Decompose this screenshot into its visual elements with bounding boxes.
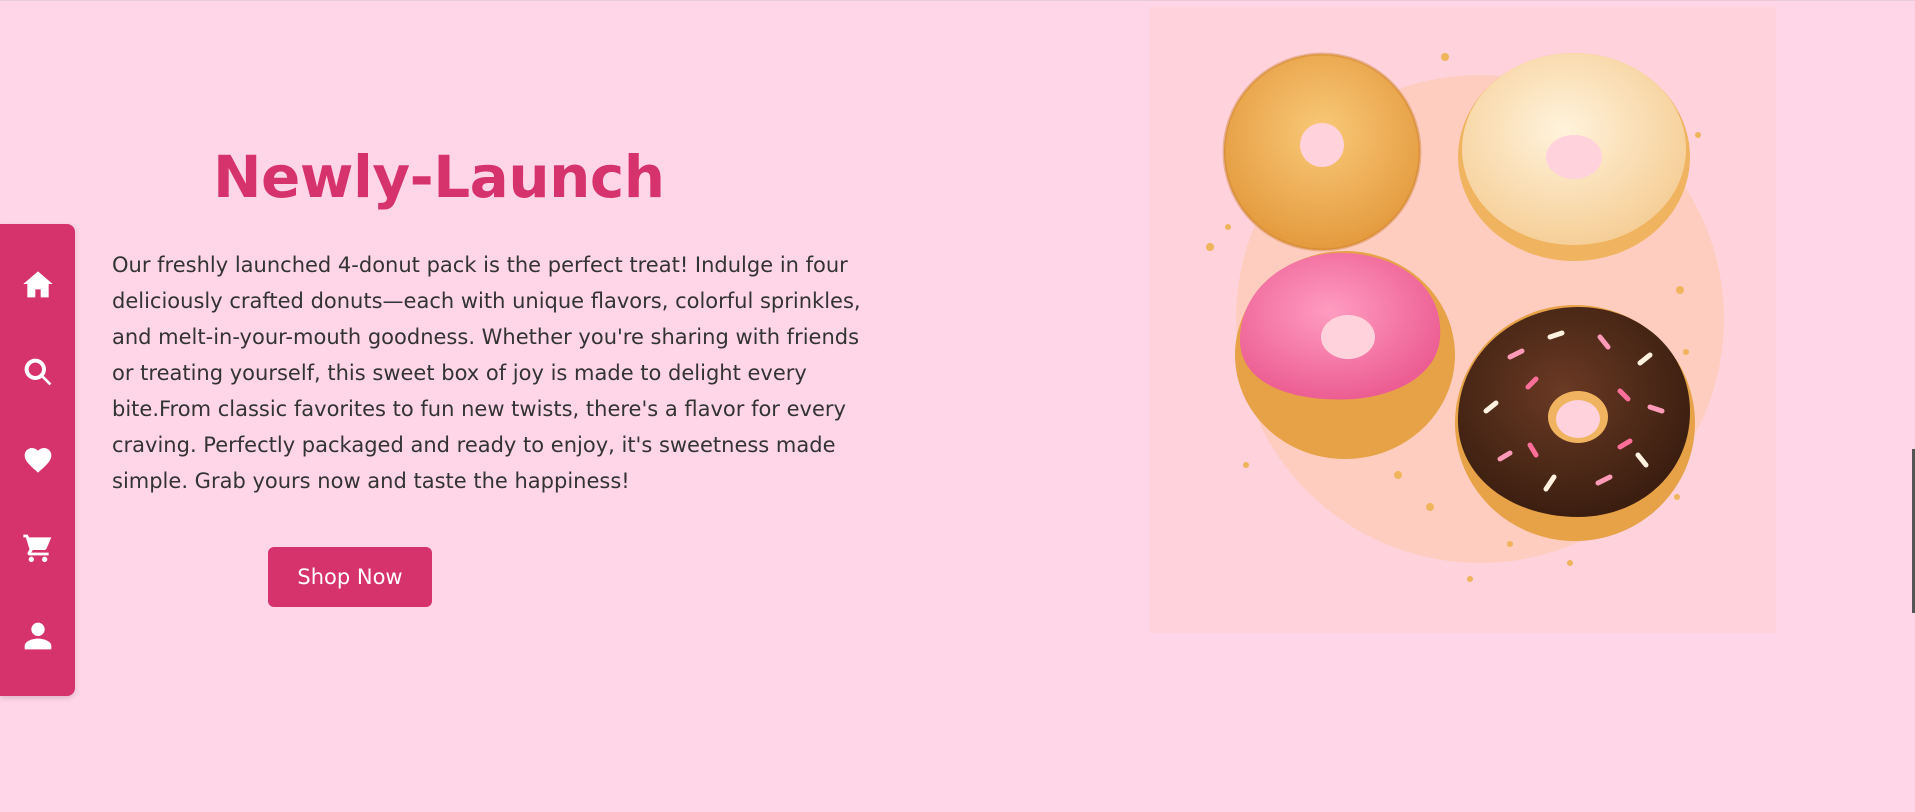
account-button[interactable]	[18, 616, 58, 656]
cart-icon	[22, 534, 51, 562]
shop-now-button[interactable]: Shop Now	[268, 547, 432, 607]
search-button[interactable]	[18, 352, 58, 392]
donut-illustration	[1206, 52, 1724, 582]
search-icon	[24, 358, 51, 386]
favorites-button[interactable]	[18, 440, 58, 480]
sidebar-nav	[0, 224, 75, 696]
donut-image	[1150, 7, 1776, 633]
heart-icon	[24, 448, 51, 473]
user-icon	[24, 622, 51, 650]
product-description: Our freshly launched 4-donut pack is the…	[112, 253, 861, 493]
home-button[interactable]	[18, 264, 58, 304]
page-title: Newly-Launch	[213, 143, 665, 211]
home-icon	[22, 271, 53, 298]
cart-button[interactable]	[18, 528, 58, 568]
